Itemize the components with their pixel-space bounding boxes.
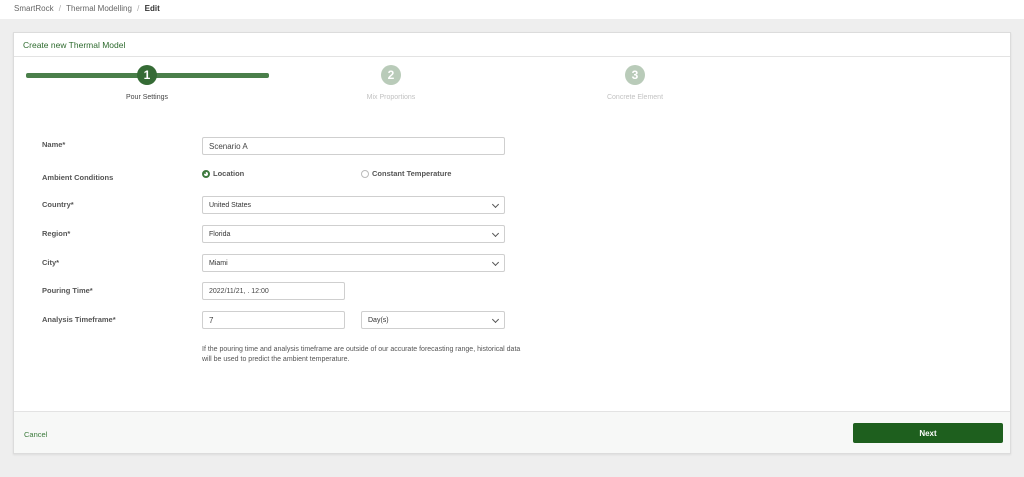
card-footer: Cancel Next (14, 411, 1010, 453)
thermal-model-card: Create new Thermal Model 1 Pour Settings… (13, 32, 1011, 454)
ambient-conditions-label: Ambient Conditions (42, 173, 114, 182)
region-select-value: Florida (209, 230, 231, 238)
country-select-value: United States (209, 201, 252, 209)
name-input[interactable]: Scenario A (202, 137, 505, 155)
radio-constant-temperature-indicator[interactable] (361, 169, 369, 178)
pouring-time-input[interactable]: 2022/11/21, . 12:00 (202, 282, 345, 300)
cancel-link[interactable]: Cancel (24, 430, 47, 439)
breadcrumb-separator: / (58, 4, 62, 13)
chevron-down-icon (491, 315, 500, 324)
top-bar: SmartRock / Thermal Modelling / Edit (0, 0, 1024, 19)
step-3-circle[interactable]: 3 (625, 65, 645, 85)
breadcrumb-item-smartrock[interactable]: SmartRock (14, 4, 54, 13)
city-select-value: Miami (209, 259, 228, 267)
card-header: Create new Thermal Model (14, 33, 1010, 57)
radio-location-indicator[interactable] (202, 169, 210, 178)
step-1-label: Pour Settings (125, 94, 169, 101)
pouring-time-label: Pouring Time* (42, 286, 93, 295)
chevron-down-icon (491, 229, 500, 238)
country-label: Country* (42, 200, 74, 209)
chevron-down-icon (491, 200, 500, 209)
next-button[interactable]: Next (853, 423, 1003, 443)
radio-location-label: Location (213, 169, 245, 178)
timeframe-unit-select[interactable]: Day(s) (361, 311, 505, 329)
chevron-down-icon (491, 258, 500, 267)
step-3-label: Concrete Element (606, 94, 664, 101)
card-title: Create new Thermal Model (23, 40, 126, 50)
radio-location[interactable]: Location (202, 169, 244, 178)
breadcrumb: SmartRock / Thermal Modelling / Edit (14, 4, 160, 13)
forecast-help-text: If the pouring time and analysis timefra… (202, 346, 521, 363)
step-2-circle[interactable]: 2 (381, 65, 401, 85)
country-select[interactable]: United States (202, 196, 505, 214)
region-select[interactable]: Florida (202, 225, 505, 243)
analysis-timeframe-input[interactable]: 7 (202, 311, 345, 329)
name-label: Name* (42, 140, 66, 149)
analysis-timeframe-label: Analysis Timeframe* (42, 315, 116, 324)
city-label: City* (42, 258, 60, 267)
radio-constant-temperature[interactable]: Constant Temperature (361, 169, 451, 178)
breadcrumb-separator: / (137, 4, 140, 13)
city-select[interactable]: Miami (202, 254, 505, 272)
step-1-circle[interactable]: 1 (137, 65, 157, 85)
breadcrumb-item-thermal-modelling[interactable]: Thermal Modelling (66, 4, 132, 13)
timeframe-unit-value: Day(s) (368, 316, 389, 324)
region-label: Region* (42, 229, 71, 238)
radio-constant-temperature-label: Constant Temperature (372, 169, 452, 178)
breadcrumb-current: Edit (144, 4, 160, 13)
step-2-label: Mix Proportions (366, 94, 416, 101)
